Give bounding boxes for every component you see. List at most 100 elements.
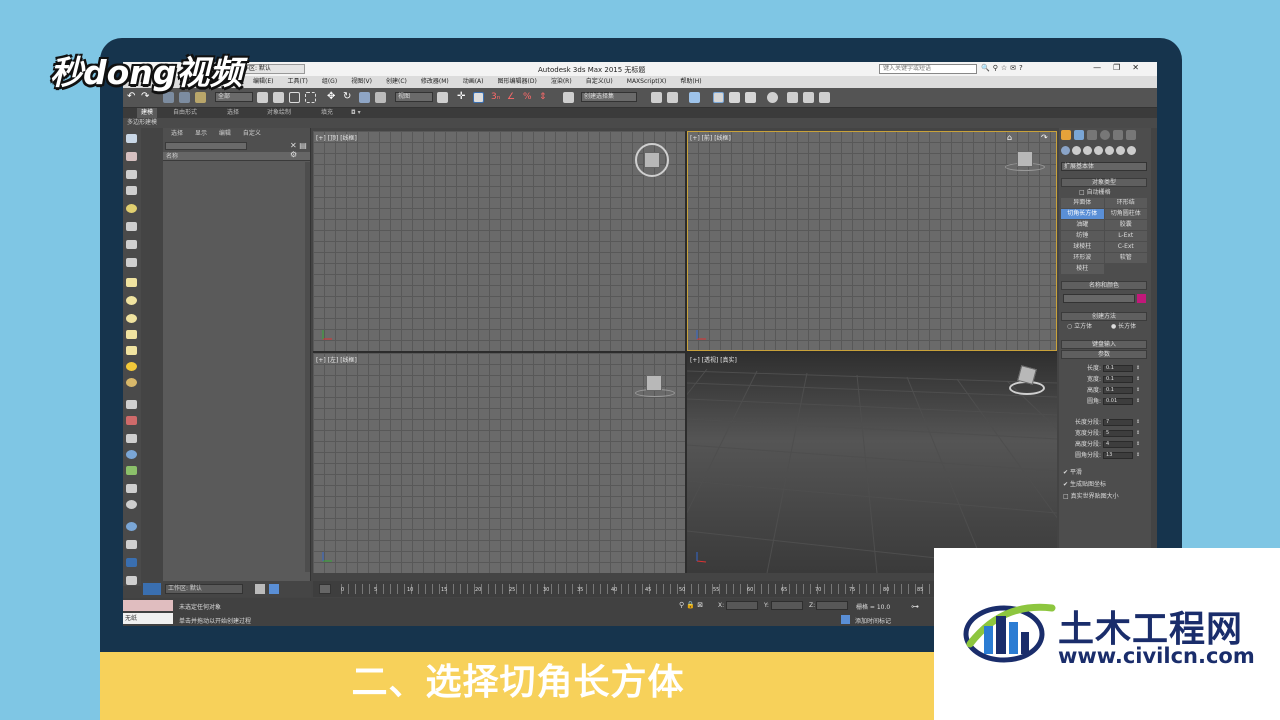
named-selection-dropdown[interactable]: 创建选择集 — [581, 92, 637, 102]
window-crossing-icon[interactable] — [305, 92, 316, 103]
move-icon[interactable]: ✥ — [327, 92, 338, 103]
snap-toggle-icon[interactable]: 3ₙ — [491, 92, 502, 103]
tab-populate[interactable]: 填充 — [321, 108, 333, 118]
modify-tab-icon[interactable] — [1074, 130, 1084, 140]
tree-icon[interactable] — [126, 434, 137, 443]
spinner-icon[interactable]: ⇕ — [1136, 418, 1140, 427]
menu-create[interactable]: 创建(C) — [386, 76, 407, 88]
timeline-filter-icon[interactable] — [319, 584, 331, 594]
workspace-dropdown[interactable]: 工作区: 默认 — [233, 64, 305, 74]
create-tab-icon[interactable] — [1061, 130, 1071, 140]
spinner-icon[interactable]: ⇕ — [1136, 375, 1140, 384]
viewport-layout-tab-icon[interactable] — [143, 583, 161, 595]
menu-graph-editors[interactable]: 图形编辑器(D) — [498, 76, 537, 88]
menu-edit[interactable]: 编辑(E) — [253, 76, 273, 88]
selection-lock-icon[interactable] — [269, 584, 279, 594]
hierarchy-tab-icon[interactable] — [1087, 130, 1097, 140]
creation-method-rollout[interactable]: 创建方法 — [1061, 312, 1147, 321]
minimize-button[interactable]: — — [1093, 63, 1113, 72]
spinner-icon[interactable]: ⇕ — [1136, 440, 1140, 449]
object-type-rollout[interactable]: 对象类型 — [1061, 178, 1147, 187]
viewport-layout-icon[interactable] — [126, 558, 137, 567]
cone-icon[interactable] — [126, 346, 137, 355]
display-icon[interactable] — [126, 152, 137, 161]
torus-icon[interactable] — [126, 330, 137, 339]
scene-explorer-icon[interactable] — [713, 92, 724, 103]
spindle-button[interactable]: 纺锤 — [1061, 231, 1104, 241]
ribbon-polygon-modeling[interactable]: 多边形建模 — [127, 119, 157, 126]
scene-filter-input[interactable] — [165, 142, 247, 150]
geosphere-icon[interactable] — [126, 378, 137, 387]
mirror-icon[interactable] — [651, 92, 662, 103]
shapes-icon[interactable] — [1072, 146, 1081, 155]
menu-modifiers[interactable]: 修改器(M) — [421, 76, 449, 88]
scene-column-header[interactable]: 名称 — [163, 152, 310, 161]
prism-button[interactable]: 棱柱 — [1061, 264, 1104, 274]
teapot-icon[interactable] — [126, 134, 137, 143]
search-input[interactable]: 键入关键字或短语 — [879, 64, 977, 74]
scale-icon[interactable] — [359, 92, 370, 103]
category-dropdown[interactable]: 扩展基本体 — [1061, 162, 1147, 171]
parameters-rollout[interactable]: 参数 — [1061, 350, 1147, 359]
cameras-icon[interactable] — [1094, 146, 1103, 155]
plant-icon[interactable] — [126, 466, 137, 475]
edit-named-selection-icon[interactable] — [563, 92, 574, 103]
tab-freeform[interactable]: 自由形式 — [173, 108, 197, 118]
method-box-radio[interactable]: ● 长方体 — [1111, 322, 1136, 331]
select-object-icon[interactable] — [257, 92, 268, 103]
fillet-segs-input[interactable]: 13 — [1103, 452, 1133, 459]
spinner-icon[interactable]: ⇕ — [1136, 429, 1140, 438]
menu-maxscript[interactable]: MAXScript(X) — [627, 76, 667, 88]
z-coordinate-field[interactable] — [816, 601, 848, 610]
box-icon[interactable] — [126, 278, 137, 287]
viewport-label-front[interactable]: [+] [前] [线框] — [690, 133, 731, 142]
systems-icon[interactable] — [1127, 146, 1136, 155]
window-controls[interactable]: —❐✕ — [1093, 63, 1151, 72]
time-tag-icon[interactable] — [841, 615, 850, 624]
oil-tank-button[interactable]: 油罐 — [1061, 220, 1104, 230]
width-segs-input[interactable]: 5 — [1103, 430, 1133, 437]
tab-modeling[interactable]: 建模 — [137, 108, 158, 118]
grid-tool-icon[interactable] — [126, 400, 137, 409]
layer-icon[interactable] — [255, 584, 265, 594]
select-manipulate-icon[interactable]: ✛ — [457, 92, 468, 103]
ribbon-options-icon[interactable]: ◘ ▾ — [351, 108, 361, 118]
globe-icon[interactable] — [126, 450, 137, 459]
method-cube-radio[interactable]: ○ 立方体 — [1067, 322, 1092, 331]
camera-icon[interactable] — [126, 222, 137, 231]
add-time-tag-button[interactable]: 添加时间标记 — [855, 616, 891, 625]
render-setup-icon[interactable] — [787, 92, 798, 103]
scene-tab-display[interactable]: 显示 — [195, 130, 207, 137]
spinner-icon[interactable]: ⇕ — [1136, 397, 1140, 406]
fillet-input[interactable]: 0.01 — [1103, 398, 1133, 405]
spinner-icon[interactable]: ⇕ — [1136, 451, 1140, 460]
misc-icon[interactable] — [126, 576, 137, 585]
keyboard-entry-rollout[interactable]: 键盘输入 — [1061, 340, 1147, 349]
lights-icon[interactable] — [1083, 146, 1092, 155]
sun-icon[interactable] — [126, 362, 137, 371]
length-segs-input[interactable]: 7 — [1103, 419, 1133, 426]
object-color-swatch[interactable] — [1137, 294, 1146, 303]
menu-customize[interactable]: 自定义(U) — [586, 76, 613, 88]
spacewarp-icon[interactable] — [126, 258, 137, 267]
name-color-rollout[interactable]: 名称和颜色 — [1061, 281, 1147, 290]
chamfer-box-button[interactable]: 切角长方体 — [1061, 209, 1104, 219]
menu-tools[interactable]: 工具(T) — [287, 76, 307, 88]
helper-icon[interactable] — [126, 240, 137, 249]
display-tab-icon[interactable] — [1113, 130, 1123, 140]
gengon-button[interactable]: 球棱柱 — [1061, 242, 1104, 252]
layers-icon[interactable] — [126, 186, 137, 195]
torus-knot-button[interactable]: 环形结 — [1104, 198, 1147, 208]
scene-tab-customize[interactable]: 自定义 — [243, 130, 261, 137]
reference-coord-dropdown[interactable]: 视图 — [395, 92, 433, 102]
material-editor-icon[interactable] — [767, 92, 778, 103]
viewport-left[interactable]: [+] [左] [线框] — [313, 353, 685, 573]
select-by-name-icon[interactable] — [273, 92, 284, 103]
gen-mapping-checkbox[interactable]: ✔ 生成贴图坐标 — [1063, 480, 1106, 489]
x-coordinate-field[interactable] — [726, 601, 758, 610]
viewport-front[interactable]: [+] [前] [线框] ⌂ ↷ — [687, 131, 1057, 351]
rendered-frame-icon[interactable] — [803, 92, 814, 103]
render-production-icon[interactable] — [819, 92, 830, 103]
curve-editor-icon[interactable] — [729, 92, 740, 103]
object-name-input[interactable] — [1063, 294, 1135, 303]
